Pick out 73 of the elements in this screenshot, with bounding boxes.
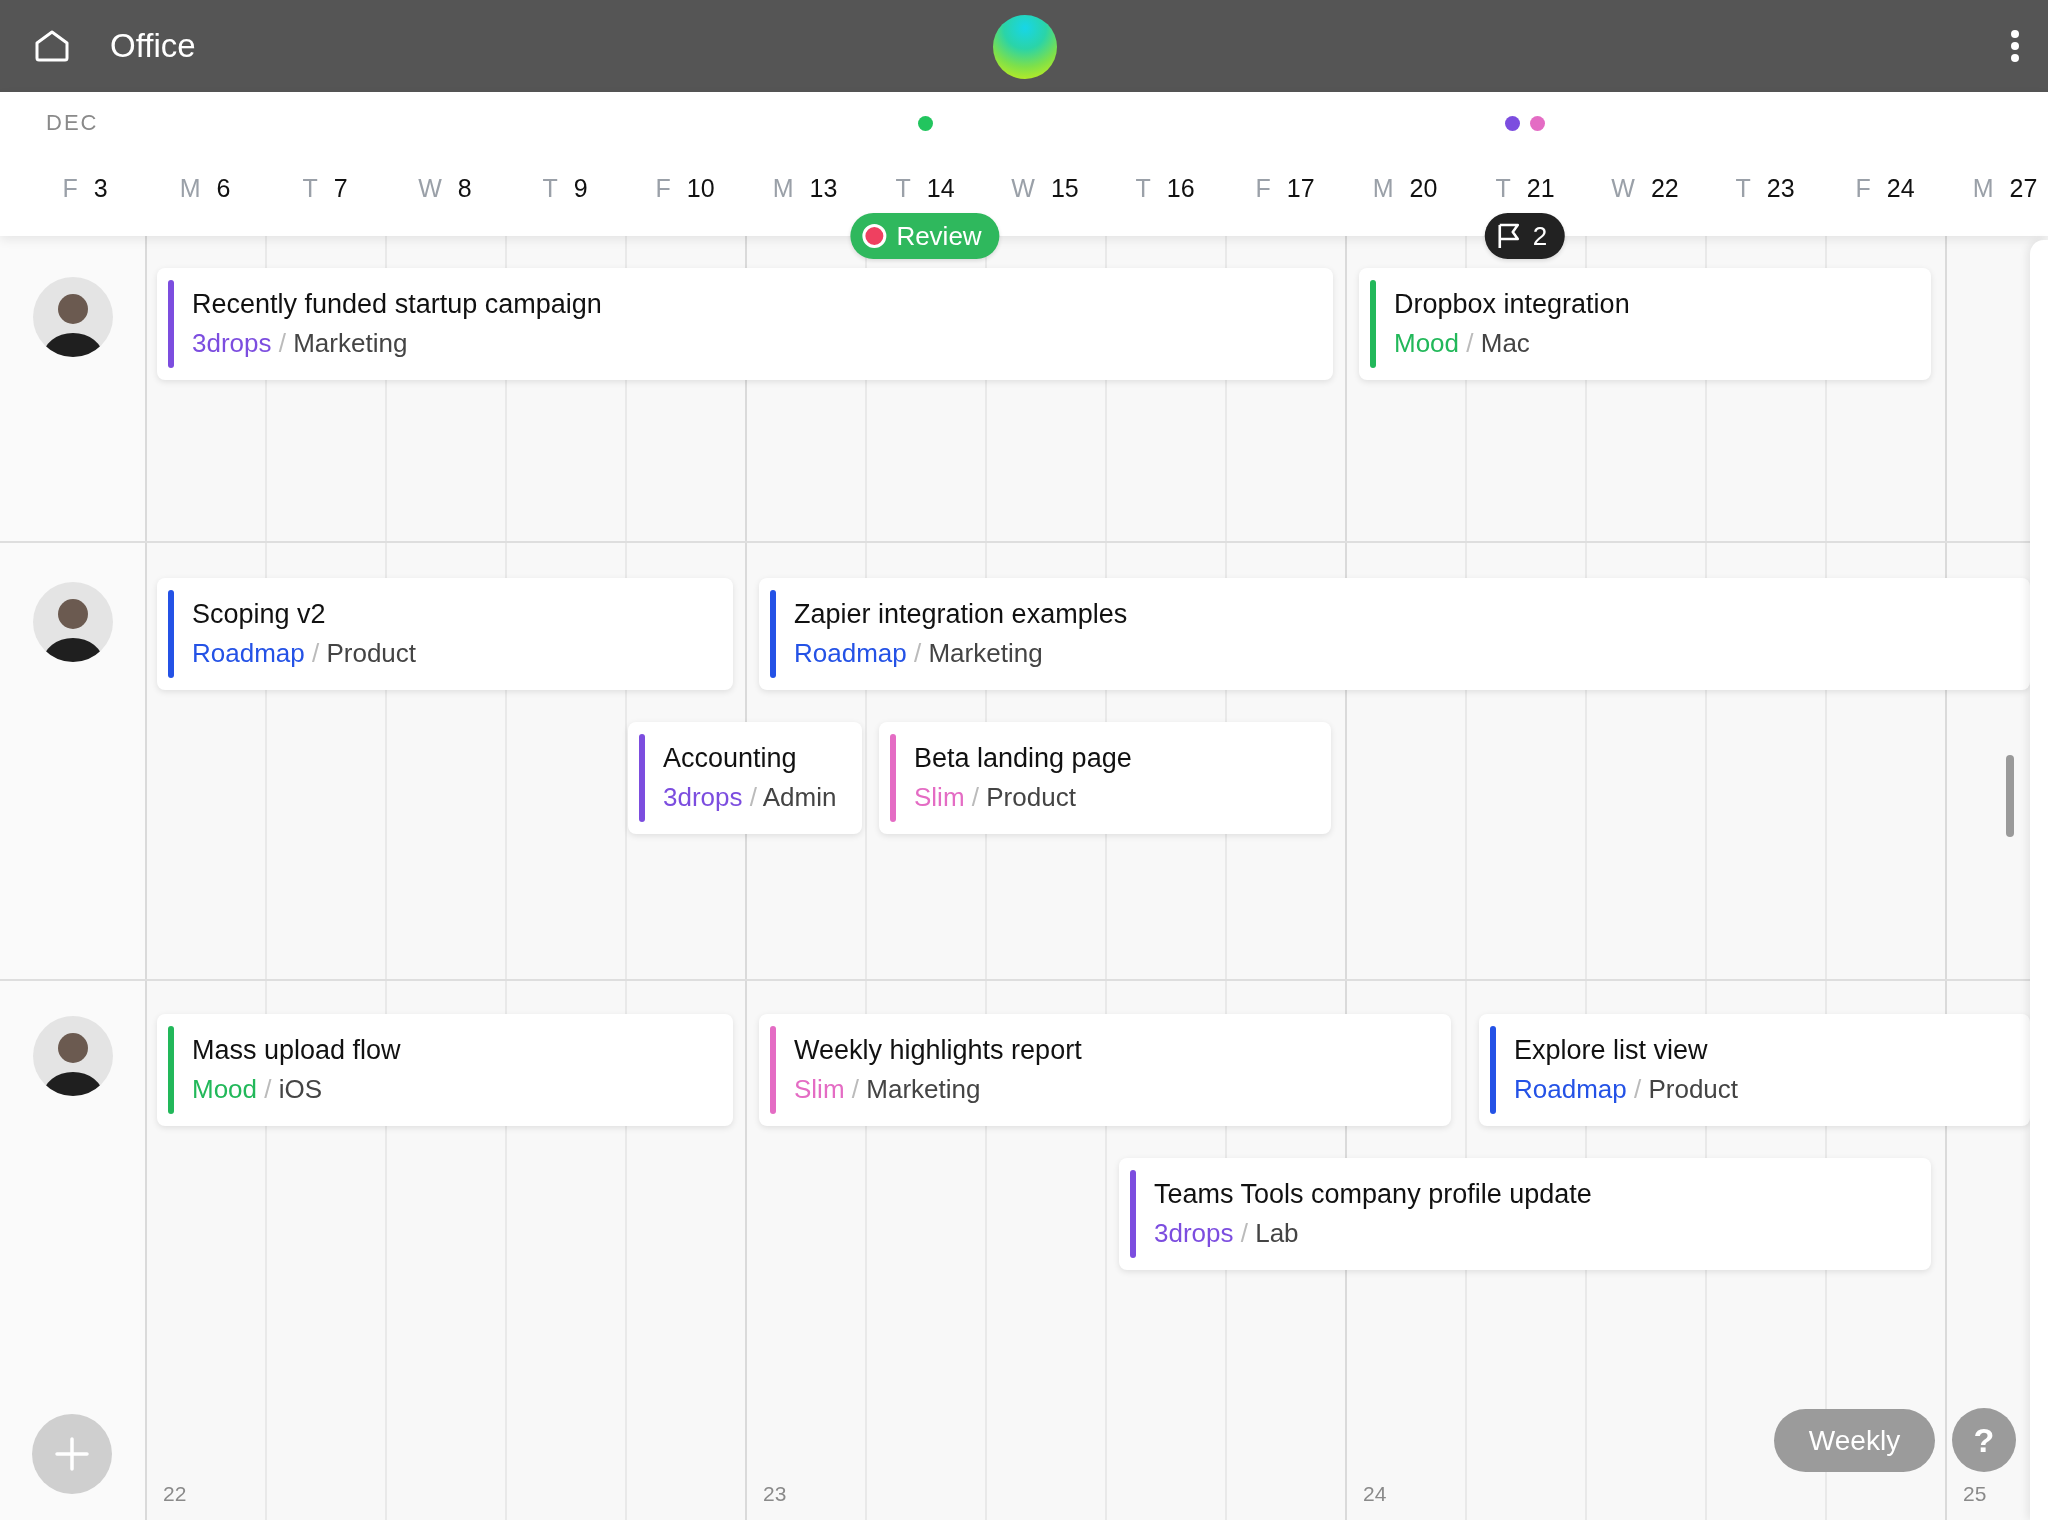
- plus-icon: [54, 1436, 90, 1472]
- weekday-label: T: [542, 173, 558, 203]
- task-project-path: Mood / iOS: [192, 1074, 324, 1105]
- month-label: DEC: [46, 110, 99, 136]
- weekday-label: M: [1972, 173, 1994, 203]
- date-label: 24: [1886, 173, 1915, 203]
- date-label: 22: [1650, 173, 1679, 203]
- task-title: Accounting: [663, 743, 798, 774]
- date-label: 6: [216, 173, 231, 203]
- task-title: Recently funded startup campaign: [192, 289, 602, 320]
- task-project-path: 3drops / Lab: [1154, 1218, 1300, 1249]
- task-card[interactable]: Recently funded startup campaign 3drops / Marketing: [157, 268, 1333, 380]
- date-label: 27: [2009, 173, 2038, 203]
- date-label: 17: [1286, 173, 1315, 203]
- weekday-label: W: [1011, 173, 1035, 203]
- week-number: 23: [762, 1482, 788, 1506]
- flag-count-badge[interactable]: 2: [1484, 213, 1566, 259]
- date-label: 21: [1526, 173, 1555, 203]
- task-card[interactable]: Zapier integration examples Roadmap / Marketing: [759, 578, 2030, 690]
- task-card[interactable]: Explore list view Roadmap / Product: [1479, 1014, 2030, 1126]
- weekday-label: T: [1495, 173, 1511, 203]
- task-title: Beta landing page: [914, 743, 1132, 774]
- date-label: 10: [686, 173, 715, 203]
- weekday-label: T: [302, 173, 318, 203]
- weekday-label: T: [1735, 173, 1751, 203]
- task-title: Dropbox integration: [1394, 289, 1630, 320]
- date-label: 9: [573, 173, 588, 203]
- weekday-label: F: [1855, 173, 1871, 203]
- task-card[interactable]: Scoping v2 Roadmap / Product: [157, 578, 733, 690]
- weekday-label: M: [179, 173, 201, 203]
- task-card[interactable]: Beta landing page Slim / Product: [879, 722, 1331, 834]
- task-title: Mass upload flow: [192, 1035, 401, 1066]
- weekday-label: W: [418, 173, 442, 203]
- weekday-label: F: [1255, 173, 1271, 203]
- date-label: 7: [333, 173, 348, 203]
- task-title: Explore list view: [1514, 1035, 1709, 1066]
- date-label: 14: [926, 173, 955, 203]
- task-card[interactable]: Weekly highlights report Slim / Marketing: [759, 1014, 1451, 1126]
- weekday-label: T: [1135, 173, 1151, 203]
- task-card[interactable]: Teams Tools company profile update 3drops / Lab: [1119, 1158, 1931, 1270]
- weekday-label: F: [62, 173, 78, 203]
- week-number: 24: [1362, 1482, 1388, 1506]
- task-project-path: 3drops / Admin: [663, 782, 837, 813]
- weekday-label: M: [772, 173, 794, 203]
- week-number: 22: [162, 1482, 188, 1506]
- scrollbar-thumb[interactable]: [2006, 755, 2014, 837]
- task-card[interactable]: Dropbox integration Mood / Mac: [1359, 268, 1931, 380]
- date-label: 3: [93, 173, 108, 203]
- task-project-path: Roadmap / Marketing: [794, 638, 1044, 669]
- task-title: Teams Tools company profile update: [1154, 1179, 1592, 1210]
- date-label: 13: [809, 173, 838, 203]
- app-title: Office: [110, 27, 196, 65]
- date-label: 23: [1766, 173, 1795, 203]
- task-project-path: Roadmap / Product: [192, 638, 417, 669]
- task-title: Weekly highlights report: [794, 1035, 1082, 1066]
- date-label: 8: [457, 173, 472, 203]
- weekday-label: T: [895, 173, 911, 203]
- task-title: Scoping v2: [192, 599, 327, 630]
- weekday-label: F: [655, 173, 671, 203]
- task-card[interactable]: Mass upload flow Mood / iOS: [157, 1014, 733, 1126]
- task-project-path: 3drops / Marketing: [192, 328, 409, 359]
- week-number: 25: [1962, 1482, 1988, 1506]
- task-project-path: Roadmap / Product: [1514, 1074, 1739, 1105]
- task-title: Zapier integration examples: [794, 599, 1128, 630]
- weekday-label: W: [1611, 173, 1635, 203]
- task-card[interactable]: Accounting 3drops / Admin: [628, 722, 862, 834]
- weekday-label: M: [1372, 173, 1394, 203]
- task-project-path: Slim / Product: [914, 782, 1077, 813]
- task-project-path: Mood / Mac: [1394, 328, 1531, 359]
- task-project-path: Slim / Marketing: [794, 1074, 982, 1105]
- date-label: 15: [1050, 173, 1079, 203]
- date-label: 16: [1166, 173, 1195, 203]
- date-label: 20: [1409, 173, 1438, 203]
